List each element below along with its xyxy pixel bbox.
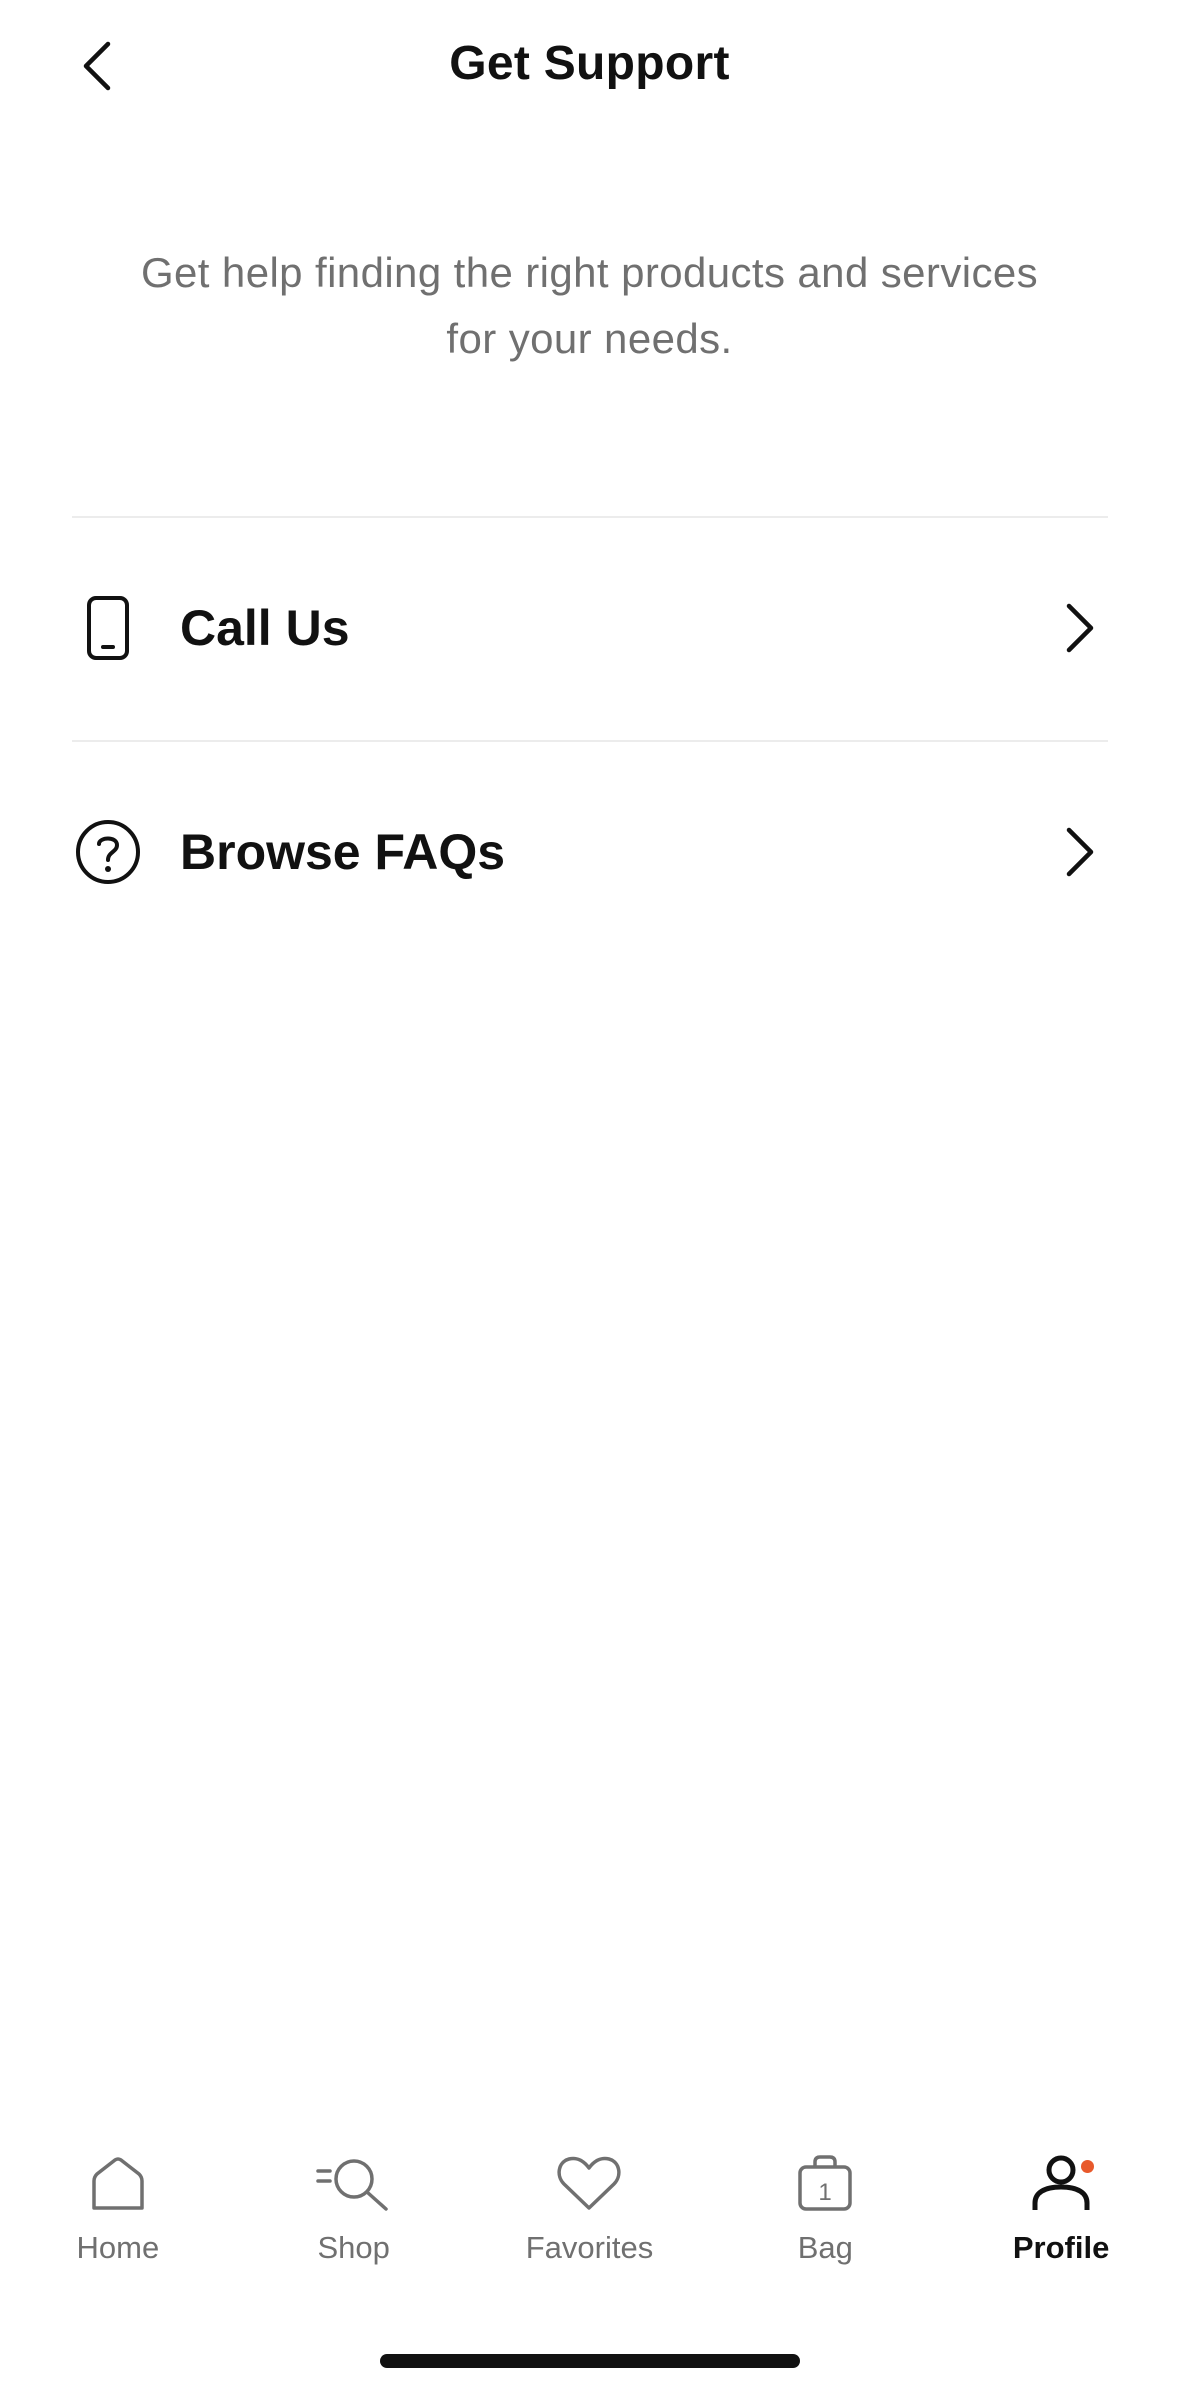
nav-label-profile: Profile — [1012, 2230, 1110, 2265]
nav-label-shop: Shop — [317, 2230, 390, 2265]
call-us-label: Call Us — [180, 600, 350, 656]
profile-icon — [1021, 2148, 1101, 2218]
bottom-nav: Home Shop Favorites 1 Bag Profile — [0, 2140, 1179, 2290]
browse-faqs-row[interactable]: Browse FAQs — [72, 742, 1108, 962]
bag-count-badge: 1 — [819, 2179, 832, 2206]
nav-label-bag: Bag — [797, 2230, 853, 2265]
call-us-row[interactable]: Call Us — [72, 518, 1108, 738]
browse-faqs-label: Browse FAQs — [180, 824, 506, 880]
nav-label-favorites: Favorites — [525, 2230, 654, 2265]
home-icon — [78, 2148, 158, 2218]
bag-icon: 1 — [785, 2148, 865, 2218]
page-title: Get Support — [449, 37, 730, 90]
nav-item-profile[interactable]: Profile — [943, 2140, 1179, 2290]
nav-item-bag[interactable]: 1 Bag — [707, 2140, 943, 2290]
home-indicator — [380, 2354, 800, 2368]
get-support-screen: Get Support Get help finding the right p… — [0, 0, 1179, 2396]
header: Get Support — [0, 0, 1179, 140]
chevron-right-icon — [1052, 820, 1108, 884]
chevron-right-icon — [1052, 596, 1108, 660]
search-icon — [314, 2148, 394, 2218]
nav-item-shop[interactable]: Shop — [236, 2140, 472, 2290]
intro-text: Get help finding the right products and … — [140, 249, 1039, 362]
nav-item-home[interactable]: Home — [0, 2140, 236, 2290]
question-circle-icon — [72, 816, 144, 888]
nav-item-favorites[interactable]: Favorites — [472, 2140, 708, 2290]
nav-label-home: Home — [76, 2230, 160, 2265]
heart-icon — [549, 2148, 629, 2218]
phone-icon — [72, 592, 144, 664]
